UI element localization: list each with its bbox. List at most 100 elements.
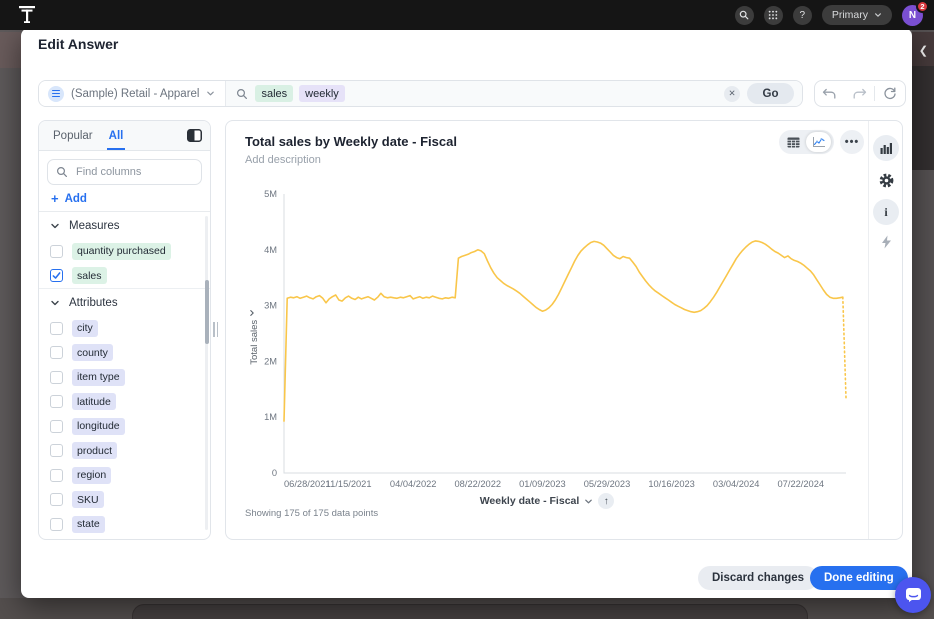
chevron-down-icon[interactable] — [584, 497, 593, 506]
checkbox-SKU[interactable] — [50, 493, 63, 506]
redo-icon[interactable] — [845, 81, 875, 106]
dimmed-page-card — [132, 604, 808, 619]
chart-mode-icon[interactable] — [806, 132, 831, 152]
column-item: state — [39, 512, 210, 534]
find-columns-box — [47, 159, 202, 185]
reset-icon[interactable] — [875, 81, 905, 106]
column-item: county — [39, 341, 210, 366]
table-mode-icon[interactable] — [781, 132, 806, 152]
column-item: quantity purchased — [39, 239, 210, 264]
chart-tools-rail: i — [868, 121, 902, 539]
settings-gear-icon[interactable] — [873, 167, 899, 193]
clear-search-icon[interactable]: ✕ — [724, 86, 740, 102]
chevron-down-icon[interactable] — [50, 221, 60, 231]
svg-text:04/04/2022: 04/04/2022 — [390, 479, 437, 489]
section-measures: Measures quantity purchased sales — [39, 212, 210, 288]
checkbox-county[interactable] — [50, 346, 63, 359]
checkbox-product[interactable] — [50, 444, 63, 457]
column-chip-region[interactable]: region — [72, 467, 111, 484]
checkbox-item-type[interactable] — [50, 371, 63, 384]
columns-tabs: Popular All — [39, 121, 210, 151]
search-token-weekly[interactable]: weekly — [299, 85, 345, 102]
search-bar: (Sample) Retail - Apparel sales weekly ✕ … — [38, 80, 803, 107]
checkbox-city[interactable] — [50, 322, 63, 335]
panel-resize-handle[interactable] — [213, 322, 218, 337]
apps-grid-icon[interactable] — [764, 6, 783, 25]
svg-text:08/22/2022: 08/22/2022 — [455, 479, 502, 489]
checkbox-checked-sales[interactable] — [50, 269, 63, 282]
checkbox-state[interactable] — [50, 518, 63, 531]
svg-text:1M: 1M — [264, 412, 277, 422]
go-button[interactable]: Go — [747, 83, 794, 104]
checkbox-quantity-purchased[interactable] — [50, 245, 63, 258]
discard-changes-button[interactable]: Discard changes — [698, 566, 818, 590]
info-icon[interactable]: i — [873, 199, 899, 225]
column-chip-longitude[interactable]: longitude — [72, 418, 125, 435]
column-chip-state[interactable]: state — [72, 516, 105, 533]
column-item: SKU — [39, 488, 210, 513]
add-label: Add — [65, 193, 87, 205]
search-token-sales[interactable]: sales — [255, 85, 293, 102]
scrollbar-thumb[interactable] — [205, 280, 209, 344]
chat-messenger-icon[interactable] — [895, 577, 931, 613]
undo-icon[interactable] — [815, 81, 845, 106]
svg-text:0: 0 — [272, 468, 277, 478]
svg-text:2M: 2M — [264, 356, 277, 366]
add-description[interactable]: Add description — [245, 154, 321, 166]
thoughtspot-logo-icon[interactable] — [18, 5, 36, 25]
panel-collapse-chevron-icon[interactable]: ❮ — [919, 44, 928, 57]
column-item: city — [39, 316, 210, 341]
add-column-button[interactable]: + Add — [39, 189, 210, 211]
column-chip-SKU[interactable]: SKU — [72, 491, 104, 508]
top-app-bar: ? Primary N 2 — [0, 0, 934, 30]
search-token-area[interactable]: sales weekly ✕ Go — [225, 81, 802, 106]
help-icon[interactable]: ? — [793, 6, 812, 25]
svg-text:10/16/2023: 10/16/2023 — [648, 479, 695, 489]
svg-text:05/29/2023: 05/29/2023 — [584, 479, 631, 489]
checkbox-longitude[interactable] — [50, 420, 63, 433]
column-list: Measures quantity purchased sales Attribute… — [39, 211, 210, 534]
data-source-icon — [48, 86, 64, 102]
svg-text:11/15/2021: 11/15/2021 — [326, 479, 372, 489]
chart-plot[interactable]: 01M2M3M4M5M06/28/202111/15/202104/04/202… — [239, 189, 861, 491]
x-axis-label[interactable]: Weekly date - Fiscal — [480, 495, 580, 507]
dimmed-page-right: ❮ — [912, 30, 934, 619]
tab-popular[interactable]: Popular — [53, 121, 93, 150]
more-options-icon[interactable]: ••• — [840, 130, 864, 154]
user-avatar[interactable]: N 2 — [902, 5, 923, 26]
data-source-selector[interactable]: (Sample) Retail - Apparel — [39, 81, 225, 106]
checkbox-region[interactable] — [50, 469, 63, 482]
column-chip-product[interactable]: product — [72, 442, 117, 459]
tab-all[interactable]: All — [109, 121, 124, 150]
data-source-label: (Sample) Retail - Apparel — [71, 88, 199, 100]
dimmed-page-left — [0, 30, 21, 619]
column-chip-sales[interactable]: sales — [72, 267, 107, 284]
column-chip-quantity-purchased[interactable]: quantity purchased — [72, 243, 171, 260]
svg-text:4M: 4M — [264, 245, 277, 255]
x-axis-control: Weekly date - Fiscal ↑ — [226, 493, 868, 509]
column-chip-item-type[interactable]: item type — [72, 369, 125, 386]
modal-title: Edit Answer — [38, 36, 118, 52]
cluster-switcher[interactable]: Primary — [822, 5, 892, 25]
chevron-down-icon[interactable] — [50, 298, 60, 308]
spotiq-bolt-icon[interactable] — [873, 229, 899, 255]
collapse-panel-icon[interactable] — [187, 129, 202, 142]
chart-title: Total sales by Weekly date - Fiscal — [245, 134, 457, 149]
column-item: product — [39, 439, 210, 464]
done-editing-button[interactable]: Done editing — [810, 566, 908, 590]
checkbox-latitude[interactable] — [50, 395, 63, 408]
column-chip-latitude[interactable]: latitude — [72, 393, 116, 410]
find-columns-input[interactable] — [74, 165, 193, 179]
sort-ascending-icon[interactable]: ↑ — [598, 493, 614, 509]
notification-badge: 2 — [916, 0, 929, 13]
search-icon[interactable] — [735, 6, 754, 25]
search-icon — [236, 88, 248, 100]
svg-text:03/04/2024: 03/04/2024 — [713, 479, 760, 489]
plus-icon: + — [51, 194, 59, 204]
column-chip-city[interactable]: city — [72, 320, 98, 337]
section-header[interactable]: Measures — [39, 212, 210, 239]
column-chip-county[interactable]: county — [72, 344, 113, 361]
chart-type-icon[interactable] — [873, 135, 899, 161]
chevron-down-icon — [874, 11, 882, 19]
section-header[interactable]: Attributes — [39, 289, 210, 316]
